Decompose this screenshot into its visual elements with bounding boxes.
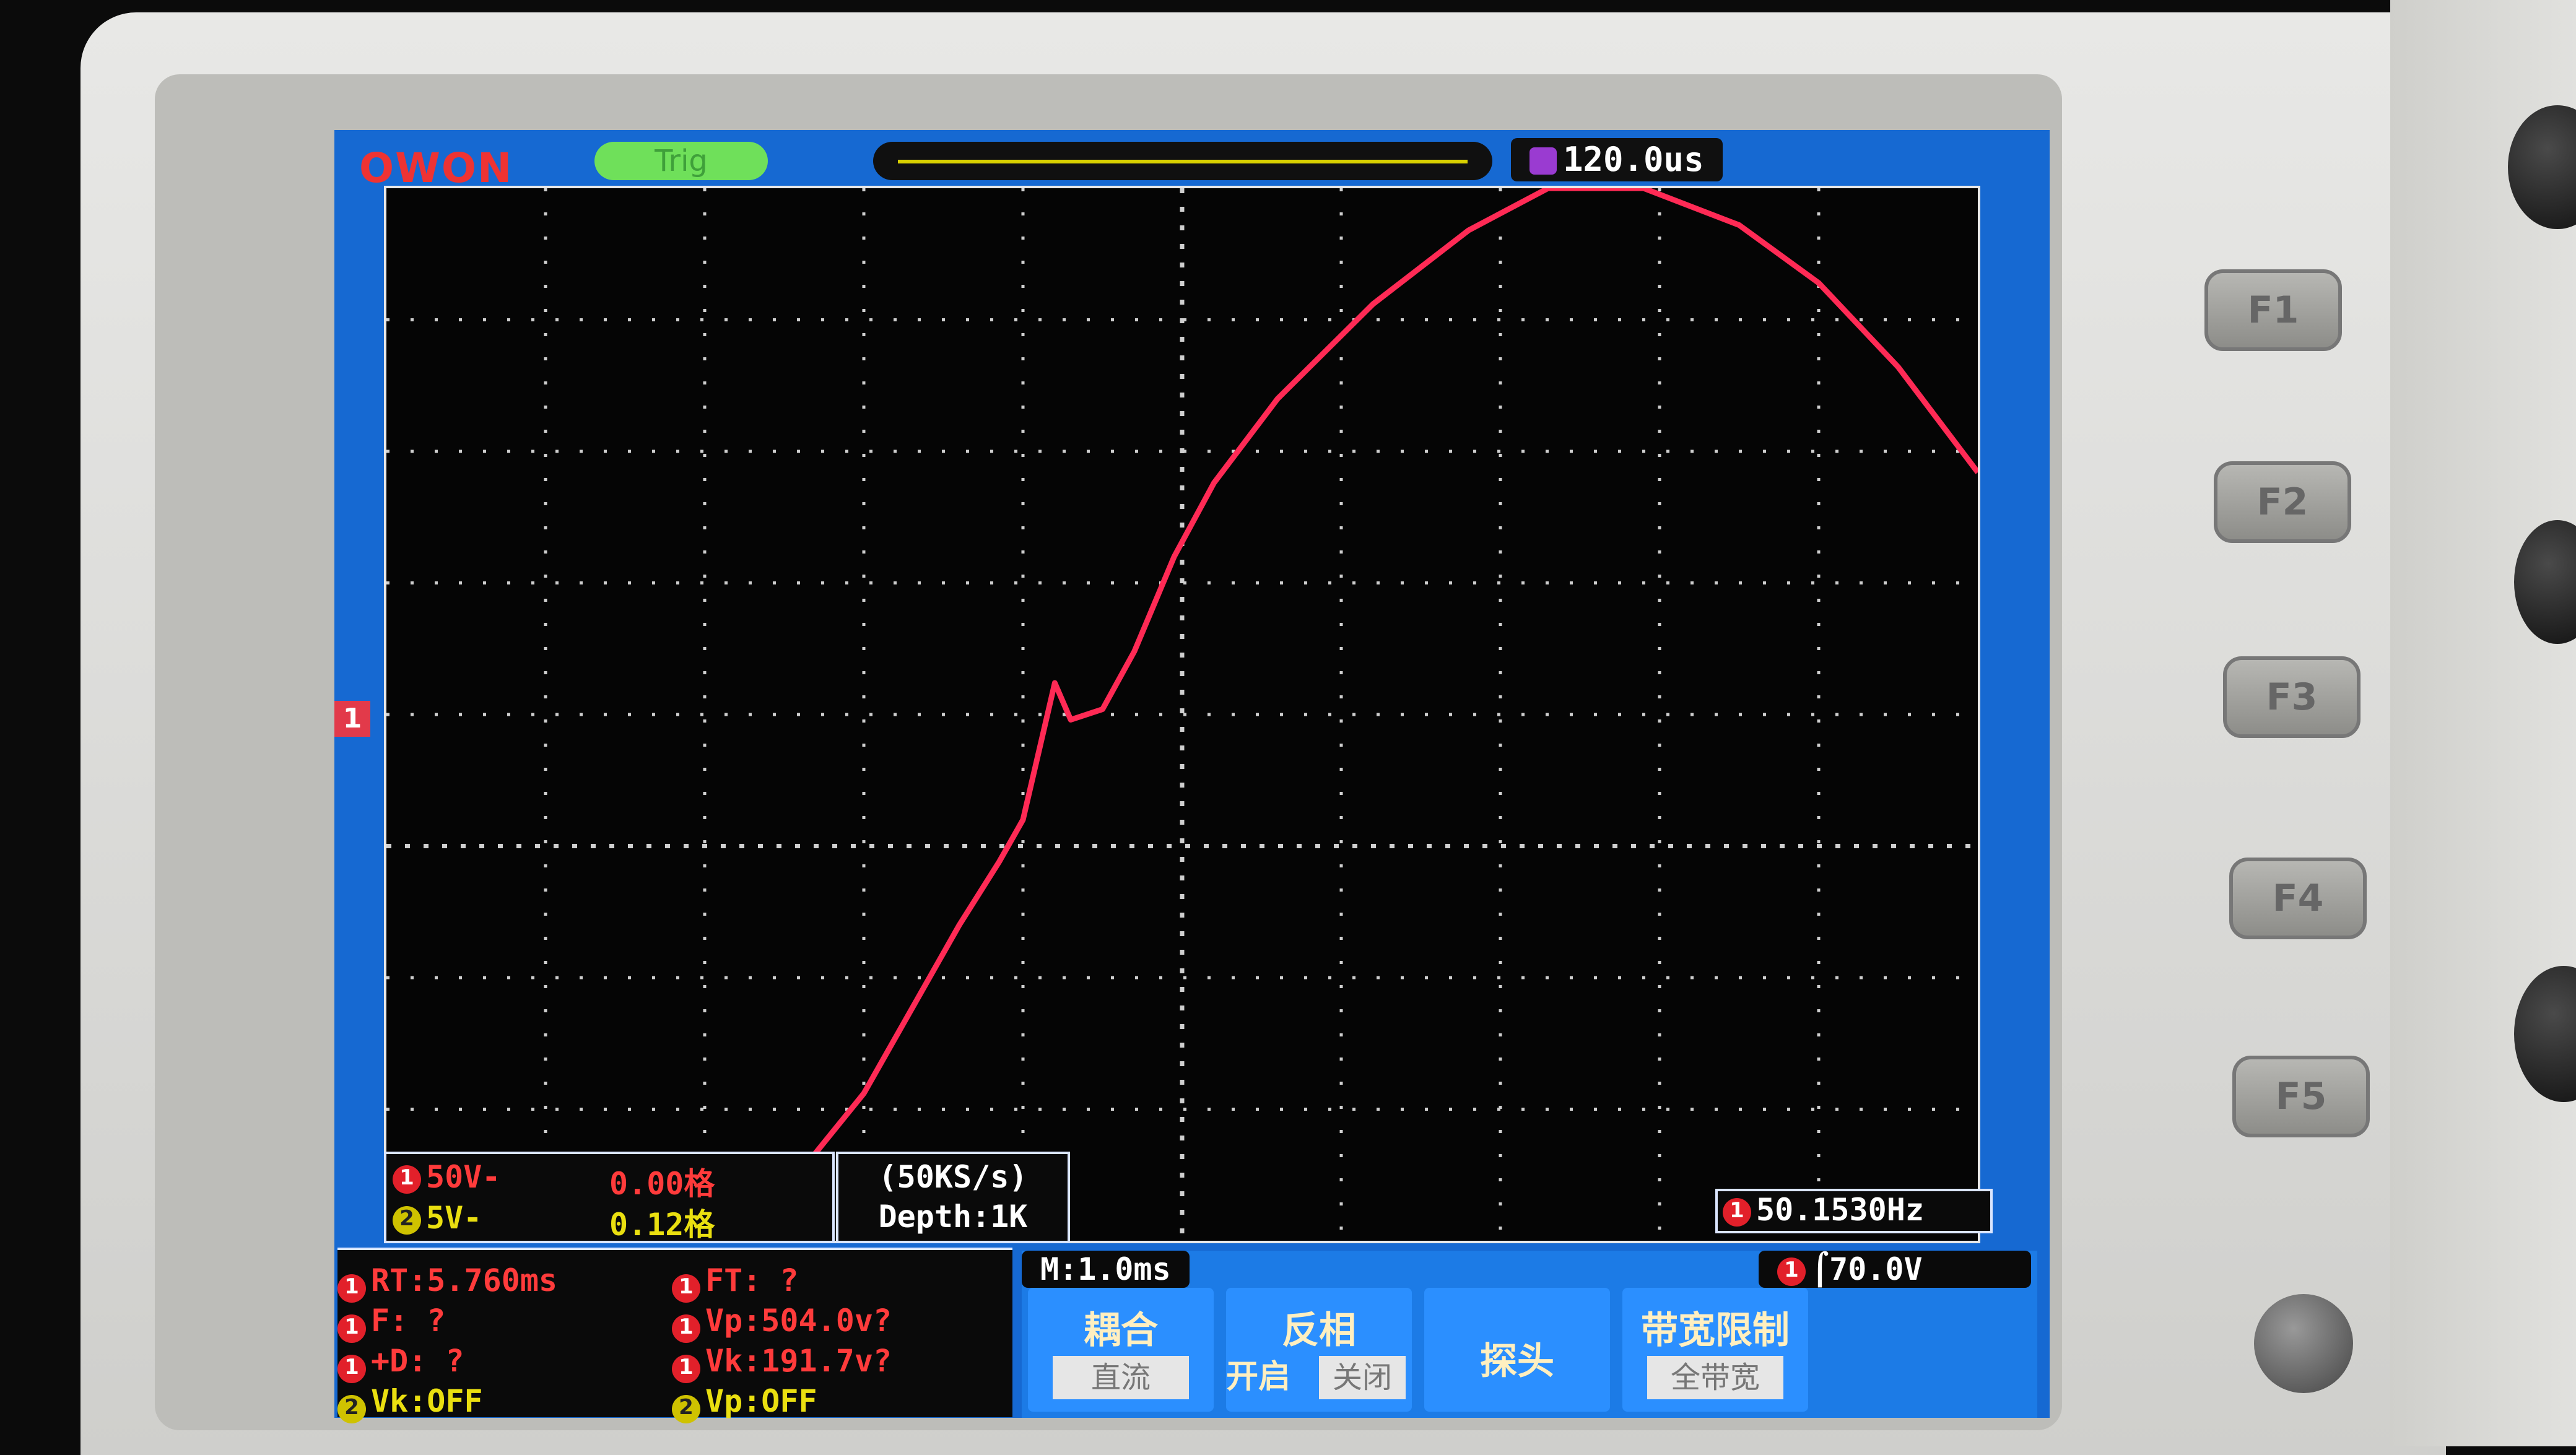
menu-bandwidth[interactable]: 带宽限制 全带宽 — [1622, 1288, 1808, 1412]
coupling-label: 耦合 — [1084, 1309, 1158, 1352]
memory-depth: Depth:1K — [878, 1199, 1028, 1235]
probe-label: 探头 — [1480, 1340, 1554, 1383]
brand-logo: OWON — [359, 144, 513, 192]
graticule — [386, 188, 1978, 1241]
ch2-badge: 2 — [393, 1205, 421, 1235]
invert-value: 关闭 — [1319, 1356, 1406, 1399]
mid-knob[interactable] — [2514, 520, 2576, 644]
m-badge: 1 — [337, 1274, 366, 1303]
control-panel — [2390, 0, 2576, 1446]
frequency-box: 1 50.1530Hz — [1715, 1189, 1993, 1233]
menu-off-button[interactable] — [2254, 1294, 2353, 1393]
ch1-offset-marker[interactable]: 1 — [334, 701, 370, 737]
channel-menu: M:1.0ms 1 ⌠70.0V 耦合 直流 反相开启 关闭 探头 带宽限制 全带宽 — [1022, 1251, 2037, 1418]
positive-duty: +D: ? — [371, 1343, 464, 1379]
bandwidth-label: 带宽限制 — [1641, 1309, 1790, 1352]
m-badge: 1 — [672, 1274, 700, 1303]
ch1-setting[interactable]: 1 50V- — [393, 1159, 500, 1195]
ch1-position: 0.00格 — [609, 1166, 715, 1202]
rising-edge-icon: ⌠ — [1811, 1251, 1830, 1287]
frequency-measure: F: ? — [371, 1303, 446, 1339]
m-badge: 2 — [672, 1394, 700, 1423]
sample-rate: (50KS/s) — [878, 1159, 1028, 1195]
ch2-vk: Vk:OFF — [371, 1383, 483, 1419]
ch1-badge: 1 — [393, 1165, 421, 1194]
ch2-position: 0.12格 — [609, 1207, 715, 1243]
channel-settings-box: 1 50V- 0.00格 2 5V- 0.12格 — [384, 1152, 835, 1243]
invert-label: 反相 — [1282, 1309, 1356, 1352]
peak-voltage: Vp:504.0v? — [705, 1303, 892, 1339]
fall-time: FT: ? — [705, 1262, 799, 1298]
status-bar: OWON Trig 120.0us — [334, 133, 2050, 192]
waveform-display — [384, 186, 1980, 1243]
ch1-waveform — [742, 188, 1978, 1241]
f3-key[interactable]: F3 — [2223, 656, 2361, 738]
top-knob[interactable] — [2508, 105, 2576, 229]
frequency-badge: 1 — [1723, 1197, 1751, 1227]
lower-knob[interactable] — [2514, 966, 2576, 1102]
rise-time: RT:5.760ms — [371, 1262, 558, 1298]
trigger-position-icon — [1530, 147, 1557, 175]
menu-probe[interactable]: 探头 — [1424, 1288, 1610, 1412]
coupling-value: 直流 — [1053, 1356, 1189, 1399]
trigger-status: Trig — [594, 142, 768, 180]
ch1-scale: 50V- — [426, 1159, 501, 1195]
trigger-badge: 1 — [1777, 1257, 1806, 1286]
trigger-level-value: 70.0V — [1829, 1251, 1923, 1287]
menu-invert[interactable]: 反相开启 关闭 — [1226, 1288, 1412, 1412]
measurement-panel: 1 RT:5.760ms 1 F: ? 1 +D: ? 2 Vk:OFF 1 FT: ? … — [337, 1248, 1012, 1423]
ch2-setting[interactable]: 2 5V- — [393, 1200, 482, 1236]
frequency-value: 50.1530Hz — [1756, 1192, 1924, 1228]
m-badge: 1 — [337, 1354, 366, 1383]
f5-key[interactable]: F5 — [2232, 1056, 2370, 1137]
acquisition-box: (50KS/s) Depth:1K — [836, 1152, 1070, 1243]
ch2-vp: Vp:OFF — [705, 1383, 817, 1419]
f2-key[interactable]: F2 — [2214, 461, 2351, 543]
m-badge: 1 — [672, 1314, 700, 1343]
trigger-position-value: 120.0us — [1563, 140, 1704, 179]
m-badge: 1 — [337, 1314, 366, 1343]
trigger-level[interactable]: 1 ⌠70.0V — [1759, 1251, 2031, 1288]
f4-key[interactable]: F4 — [2229, 858, 2367, 939]
ch2-scale: 5V- — [426, 1200, 482, 1236]
timebase[interactable]: M:1.0ms — [1022, 1251, 1190, 1288]
trigger-position: 120.0us — [1511, 138, 1723, 181]
m-badge: 1 — [672, 1354, 700, 1383]
vk-voltage: Vk:191.7v? — [705, 1343, 892, 1379]
memory-timebar — [873, 142, 1492, 180]
menu-coupling[interactable]: 耦合 直流 — [1028, 1288, 1214, 1412]
invert-on-option: 开启 — [1226, 1358, 1291, 1396]
m-badge: 2 — [337, 1394, 366, 1423]
f1-key[interactable]: F1 — [2204, 269, 2342, 351]
bandwidth-value: 全带宽 — [1647, 1356, 1783, 1399]
